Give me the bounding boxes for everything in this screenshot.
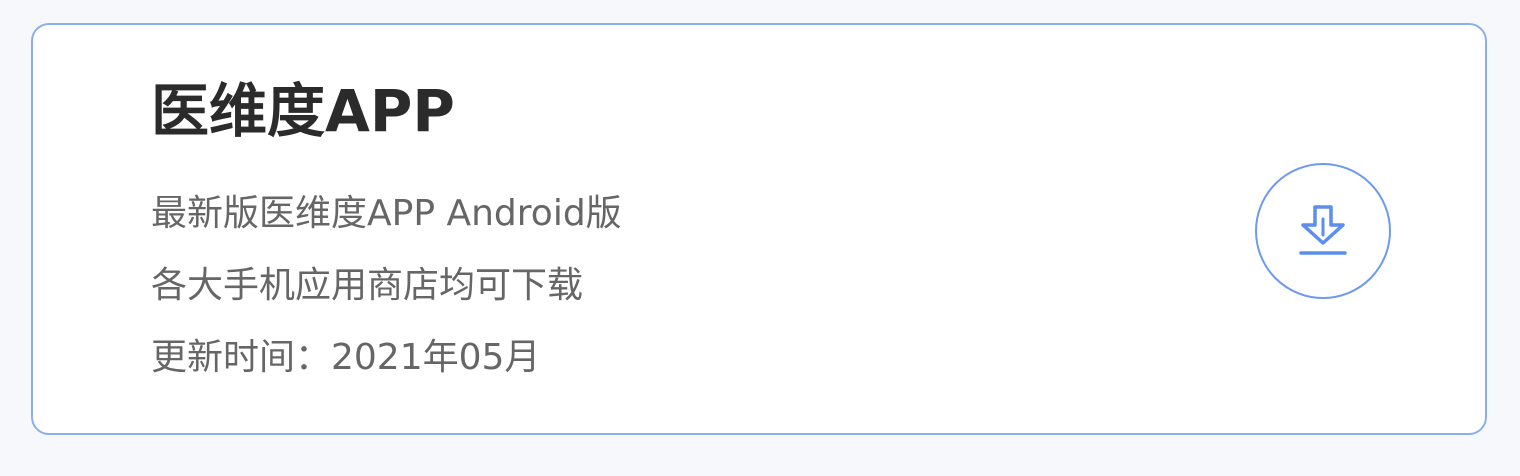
version-description: 最新版医维度APP Android版 — [151, 193, 622, 234]
availability-description: 各大手机应用商店均可下载 — [151, 265, 584, 306]
download-button[interactable] — [1255, 163, 1391, 299]
update-time: 更新时间：2021年05月 — [151, 337, 541, 378]
app-download-card: 医维度APP 最新版医维度APP Android版 各大手机应用商店均可下载 更… — [31, 23, 1487, 435]
download-icon — [1297, 203, 1349, 259]
app-title: 医维度APP — [151, 77, 455, 145]
